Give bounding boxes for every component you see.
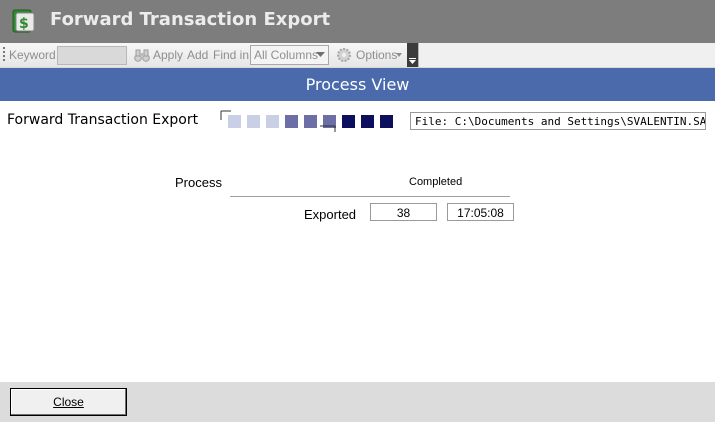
binoculars-icon: [134, 49, 150, 62]
apply-button[interactable]: Apply: [153, 48, 183, 62]
process-name: Forward Transaction Export: [7, 112, 199, 128]
keyword-input[interactable]: [57, 46, 127, 65]
exported-label: Exported: [304, 207, 357, 222]
progress-segment: [285, 115, 298, 128]
search-toolbar: Keyword Apply Add Find in All Columns Op…: [0, 43, 715, 68]
window-title: Forward Transaction Export: [50, 9, 331, 30]
find-in-selected: All Columns: [254, 48, 319, 62]
find-in-label: Find in: [213, 48, 250, 62]
progress-segment: [266, 115, 279, 128]
progress-segment: [228, 115, 241, 128]
overflow-arrow-icon: [409, 58, 416, 64]
add-button[interactable]: Add: [187, 48, 208, 62]
progress-segment: [361, 115, 374, 128]
file-path-field: File: C:\Documents and Settings\SVALENTI…: [410, 112, 706, 130]
status-value: Completed: [409, 176, 463, 188]
process-view-header: Process View: [0, 68, 715, 101]
close-button-label: Close: [53, 395, 84, 409]
progress-segment: [247, 115, 260, 128]
process-label: Process: [175, 175, 222, 190]
options-dropdown-icon: [396, 53, 402, 57]
status-divider: [230, 196, 510, 197]
toolbar-grip[interactable]: [3, 47, 5, 63]
progress-segment: [304, 115, 317, 128]
toolbar-overflow-button[interactable]: [407, 43, 418, 67]
exported-time: 17:05:08: [447, 203, 514, 221]
close-button[interactable]: Close: [10, 388, 127, 416]
chevron-down-icon: [316, 52, 325, 57]
svg-text:$: $: [19, 16, 29, 32]
toolbar-band: Keyword Apply Add Find in All Columns Op…: [0, 43, 419, 67]
exported-count: 38: [370, 203, 437, 221]
progress-segment: [342, 115, 355, 128]
gear-icon: [337, 48, 351, 62]
sage-dollar-icon: $: [12, 9, 35, 33]
options-button[interactable]: Options: [356, 48, 397, 62]
progress-indicator: [220, 110, 393, 132]
progress-segment: [380, 115, 393, 128]
keyword-label: Keyword: [9, 48, 56, 62]
footer-bar: Close: [0, 382, 715, 422]
find-in-select[interactable]: All Columns: [250, 45, 329, 65]
title-bar: $ Forward Transaction Export: [0, 0, 715, 43]
